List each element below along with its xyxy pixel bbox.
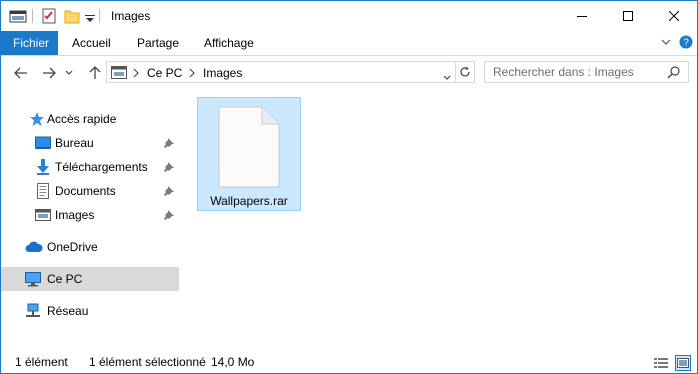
file-item[interactable]: Wallpapers.rar (197, 97, 301, 211)
breadcrumb-ce-pc[interactable]: Ce PC (147, 66, 182, 80)
quick-access-dropdown-icon[interactable] (85, 12, 95, 26)
ribbon-expand-chevron-icon[interactable] (660, 36, 672, 51)
nav-item-label: Accès rapide (47, 112, 117, 126)
back-arrow-icon (14, 67, 27, 79)
properties-checklist-icon[interactable] (41, 8, 57, 27)
up-button[interactable] (85, 63, 105, 83)
title-divider (99, 9, 100, 23)
breadcrumb-separator-icon[interactable] (189, 67, 195, 81)
pin-icon[interactable] (164, 185, 174, 199)
window-app-icon[interactable] (9, 8, 27, 27)
tab-partage[interactable]: Partage (125, 31, 191, 55)
computer-icon (25, 271, 41, 287)
nav-item-label: Bureau (55, 136, 94, 150)
forward-arrow-icon (43, 67, 56, 79)
details-view-icon (654, 358, 668, 368)
status-bar: 1 élément 1 élément sélectionné 14,0 Mo (1, 353, 697, 373)
minimize-button[interactable] (559, 1, 605, 31)
download-arrow-icon (35, 159, 51, 175)
forward-button[interactable] (39, 63, 59, 83)
recent-locations-button[interactable] (63, 63, 75, 83)
file-name: Wallpapers.rar (210, 194, 288, 208)
help-icon[interactable]: ? (679, 35, 693, 52)
svg-text:?: ? (683, 38, 689, 49)
tab-fichier[interactable]: Fichier (1, 31, 58, 55)
cloud-icon (25, 239, 43, 255)
nav-item-label: Ce PC (47, 272, 83, 286)
search-input[interactable] (493, 65, 658, 79)
breadcrumb-images[interactable]: Images (203, 66, 242, 80)
up-arrow-icon (89, 66, 101, 79)
details-view-button[interactable] (653, 355, 669, 371)
nav-item-reseau[interactable]: Réseau (1, 299, 179, 323)
title-bar: Images (1, 1, 697, 31)
large-icons-view-icon (677, 358, 689, 368)
nav-item-label: Téléchargements (55, 160, 148, 174)
nav-item-telechargements[interactable]: Téléchargements (1, 155, 179, 179)
maximize-icon (623, 11, 633, 21)
archive-file-icon (218, 106, 280, 191)
toolbar-divider (32, 9, 33, 23)
explorer-window: Images Fichier Accueil Partage Affichage… (0, 0, 698, 374)
tab-accueil[interactable]: Accueil (60, 31, 123, 55)
chevron-down-icon (65, 70, 73, 75)
close-icon (669, 11, 679, 21)
back-button[interactable] (11, 63, 31, 83)
breadcrumb-separator-icon[interactable] (133, 67, 139, 81)
nav-item-onedrive[interactable]: OneDrive (1, 235, 179, 259)
desktop-icon (35, 135, 51, 151)
nav-item-documents[interactable]: Documents (1, 179, 179, 203)
maximize-button[interactable] (605, 1, 651, 31)
ribbon-tabs: Fichier Accueil Partage Affichage ? (1, 31, 697, 56)
item-count: 1 élément (15, 355, 68, 369)
nav-item-images[interactable]: Images (1, 203, 179, 227)
documents-icon (35, 183, 51, 199)
minimize-icon (577, 16, 587, 17)
close-button[interactable] (651, 1, 697, 31)
window-title: Images (111, 9, 151, 23)
nav-item-quick-access[interactable]: Accès rapide (1, 107, 179, 131)
pin-icon[interactable] (164, 137, 174, 151)
address-bar[interactable]: Ce PC Images (106, 61, 456, 83)
search-box[interactable] (484, 61, 689, 83)
nav-item-label: OneDrive (47, 240, 98, 254)
nav-item-ce-pc[interactable]: Ce PC (1, 267, 179, 291)
pictures-folder-icon (111, 66, 127, 82)
nav-item-label: Documents (55, 184, 116, 198)
address-history-dropdown-icon[interactable] (443, 70, 451, 84)
star-icon (29, 111, 45, 127)
network-icon (25, 303, 41, 319)
large-icons-view-button[interactable] (675, 355, 691, 371)
nav-item-label: Images (55, 208, 95, 222)
navigation-pane: Accès rapide Bureau Téléchargements Docu… (1, 95, 179, 345)
nav-item-label: Réseau (47, 304, 89, 318)
search-icon[interactable] (667, 66, 680, 82)
selection-size: 14,0 Mo (211, 355, 255, 369)
pin-icon[interactable] (164, 209, 174, 223)
pictures-icon (35, 207, 51, 223)
refresh-icon (459, 66, 470, 77)
tab-affichage[interactable]: Affichage (192, 31, 266, 55)
refresh-button[interactable] (455, 61, 475, 83)
selection-count: 1 élément sélectionné (89, 355, 206, 369)
nav-item-bureau[interactable]: Bureau (1, 131, 179, 155)
new-folder-icon[interactable] (64, 8, 80, 27)
pin-icon[interactable] (164, 161, 174, 175)
